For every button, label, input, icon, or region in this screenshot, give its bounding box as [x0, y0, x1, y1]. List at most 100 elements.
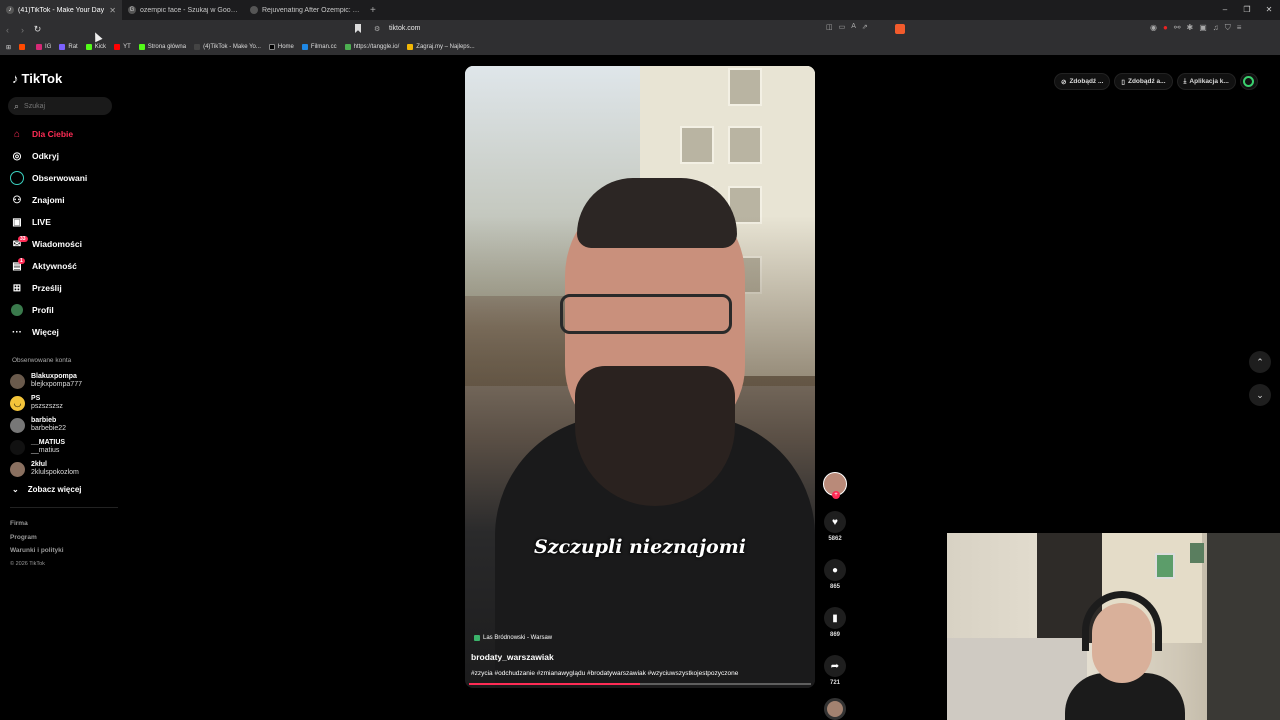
- bookmark-item[interactable]: [19, 44, 28, 50]
- share-arrow-icon: ➦: [830, 660, 840, 672]
- video-progress-bar[interactable]: [469, 683, 811, 685]
- account-handle: __matius: [31, 447, 60, 454]
- music-disc-icon[interactable]: [824, 698, 846, 720]
- creator-avatar[interactable]: +: [823, 472, 847, 499]
- bookmark-item[interactable]: YT: [114, 44, 131, 50]
- close-window-icon[interactable]: ✕: [1258, 0, 1280, 20]
- bookmark-item[interactable]: Filman.cc: [301, 44, 337, 50]
- previous-video-button[interactable]: ⌃: [1249, 351, 1271, 373]
- webcam-overlay: [947, 533, 1280, 720]
- tab-google[interactable]: G ozempic face - Szukaj w Google: [122, 0, 244, 20]
- sidebar-item-label: Prześlij: [32, 283, 62, 293]
- list-item[interactable]: 2kłul 2klulspokozlom: [10, 458, 82, 480]
- list-item[interactable]: ◡ PS pszszszsz: [10, 392, 82, 414]
- bookmark-item[interactable]: Zagraj.my – Najleps...: [407, 44, 475, 50]
- bookmark-item[interactable]: https://tanggle.io/: [344, 44, 400, 50]
- footer-link-terms[interactable]: Warunki i polityki: [10, 544, 64, 558]
- list-item[interactable]: __MATIUS __matius: [10, 436, 82, 458]
- location-icon: [474, 635, 480, 641]
- share-icon[interactable]: ⇗: [862, 23, 868, 31]
- back-icon[interactable]: ‹: [0, 25, 15, 35]
- extension-icon[interactable]: ●: [1163, 23, 1168, 33]
- followed-accounts-title: Obserwowane konta: [12, 357, 72, 364]
- see-more-label: Zobacz więcej: [27, 485, 82, 494]
- bookmark-item[interactable]: Rat: [59, 44, 78, 50]
- footer-link-program[interactable]: Program: [10, 531, 64, 545]
- extension-icon[interactable]: ◉: [1150, 23, 1157, 33]
- menu-icon[interactable]: ≡: [1237, 23, 1242, 33]
- sidebar-item-following[interactable]: Obserwowani: [10, 167, 87, 189]
- video-person-hair: [577, 178, 737, 248]
- reload-icon[interactable]: ↻: [30, 24, 45, 35]
- tab-bar: ♪ (41)TikTok - Make Your Day ✕ G ozempic…: [0, 0, 1280, 20]
- get-coins-button[interactable]: ⊘ Zdobądź ...: [1054, 73, 1111, 90]
- sidebar-item-activity[interactable]: ▤ 1 Aktywność: [10, 255, 87, 277]
- sidebar-item-label: Więcej: [32, 327, 59, 337]
- list-item[interactable]: barbieb barbebie22: [10, 414, 82, 436]
- brave-shield-icon[interactable]: [895, 24, 905, 34]
- sidebar-item-messages[interactable]: ✉ 33 Wiadomości: [10, 233, 87, 255]
- sidebar-footer: Firma Program Warunki i polityki © 2026 …: [10, 517, 64, 571]
- location-tag[interactable]: Las Bródnowski - Warsaw: [474, 635, 552, 641]
- avatar: [10, 461, 25, 477]
- webcam-wall-picture: [1190, 543, 1204, 563]
- search-input[interactable]: ⌕ Szukaj: [8, 97, 112, 115]
- cast-icon[interactable]: ▭: [839, 23, 846, 31]
- list-item[interactable]: Blakuxpompa blejkxpompa777: [10, 370, 82, 392]
- get-app-button[interactable]: ▯ Zdobądź a...: [1114, 73, 1173, 90]
- forward-icon[interactable]: ›: [15, 25, 30, 35]
- tab-tiktok[interactable]: ♪ (41)TikTok - Make Your Day ✕: [0, 0, 122, 20]
- bookmark-item[interactable]: Strona główna: [138, 44, 186, 50]
- sidebar-item-friends[interactable]: ⚇ Znajomi: [10, 189, 87, 211]
- profile-avatar-button[interactable]: [1239, 73, 1258, 90]
- account-handle: pszszszsz: [31, 403, 63, 410]
- sidebar-item-explore[interactable]: ◎ Odkryj: [10, 145, 87, 167]
- url-text[interactable]: tiktok.com: [389, 25, 421, 32]
- sidebar-item-live[interactable]: ▣ LIVE: [10, 211, 87, 233]
- music-icon[interactable]: ♫: [1213, 23, 1219, 33]
- sidebar-item-for-you[interactable]: ⌂ Dla Ciebie: [10, 123, 87, 145]
- video-author[interactable]: brodaty_warszawiak: [471, 652, 554, 662]
- bookmark-item[interactable]: Kick: [85, 44, 106, 50]
- minimize-icon[interactable]: –: [1214, 0, 1236, 20]
- tiktok-logo[interactable]: ♪ TikTok: [12, 71, 62, 86]
- close-tab-icon[interactable]: ✕: [109, 6, 116, 15]
- see-more-button[interactable]: ⌄ Zobacz więcej: [12, 485, 82, 494]
- apps-grid-icon[interactable]: ⊞: [6, 44, 11, 51]
- restore-icon[interactable]: ❐: [1236, 0, 1258, 20]
- new-tab-button[interactable]: +: [370, 5, 376, 16]
- shield-icon[interactable]: ⛉: [1225, 23, 1231, 33]
- site-info-icon[interactable]: ⚙: [374, 25, 380, 33]
- video-hashtags[interactable]: #zzycia #odchudzanie #zmianawyglądu #bro…: [471, 670, 738, 677]
- copyright: © 2026 TikTok: [10, 560, 45, 567]
- comment-button[interactable]: ●: [824, 559, 846, 581]
- sidebar-item-upload[interactable]: ⊞ Prześlij: [10, 277, 87, 299]
- sidebar-item-more[interactable]: ··· Więcej: [10, 321, 87, 343]
- media-icon[interactable]: ◫: [826, 23, 833, 31]
- search-placeholder: Szukaj: [24, 102, 46, 110]
- tab-rejuvenating[interactable]: Rejuvenating After Ozempic: The Be...: [244, 0, 366, 20]
- footer-link-company[interactable]: Firma: [10, 517, 64, 531]
- video-player[interactable]: Szczupli nieznajomi Las Bródnowski - War…: [465, 66, 815, 688]
- share-button[interactable]: ➦: [824, 655, 846, 677]
- bookmark-item[interactable]: IG: [36, 44, 51, 50]
- tiktok-note-icon: ♪: [12, 71, 19, 86]
- sidebar-item-profile[interactable]: Profil: [10, 299, 87, 321]
- extension-icon[interactable]: ⚯: [1174, 23, 1181, 33]
- account-name: __MATIUS: [31, 439, 66, 446]
- save-button[interactable]: ▮: [824, 607, 846, 629]
- bookmark-label: https://tanggle.io/: [353, 44, 400, 50]
- desktop-app-button[interactable]: ⤓ Aplikacja k...: [1176, 73, 1236, 90]
- like-button[interactable]: ♥: [824, 511, 846, 533]
- sidebar-icon[interactable]: ▣: [1199, 23, 1207, 33]
- bookmark-label: Filman.cc: [310, 44, 337, 50]
- bookmark-item[interactable]: Home: [268, 44, 294, 50]
- next-video-button[interactable]: ⌄: [1249, 384, 1271, 406]
- translate-icon[interactable]: A: [851, 23, 856, 31]
- puzzle-icon[interactable]: ✱: [1187, 23, 1194, 33]
- follow-plus-icon[interactable]: +: [832, 491, 840, 499]
- navigation-bar: ‹ › ↻: [0, 20, 1280, 39]
- like-count: 5862: [828, 536, 842, 542]
- sidebar-item-label: Obserwowani: [32, 173, 88, 183]
- bookmark-item[interactable]: (4)TikTok - Make Yo...: [194, 44, 261, 50]
